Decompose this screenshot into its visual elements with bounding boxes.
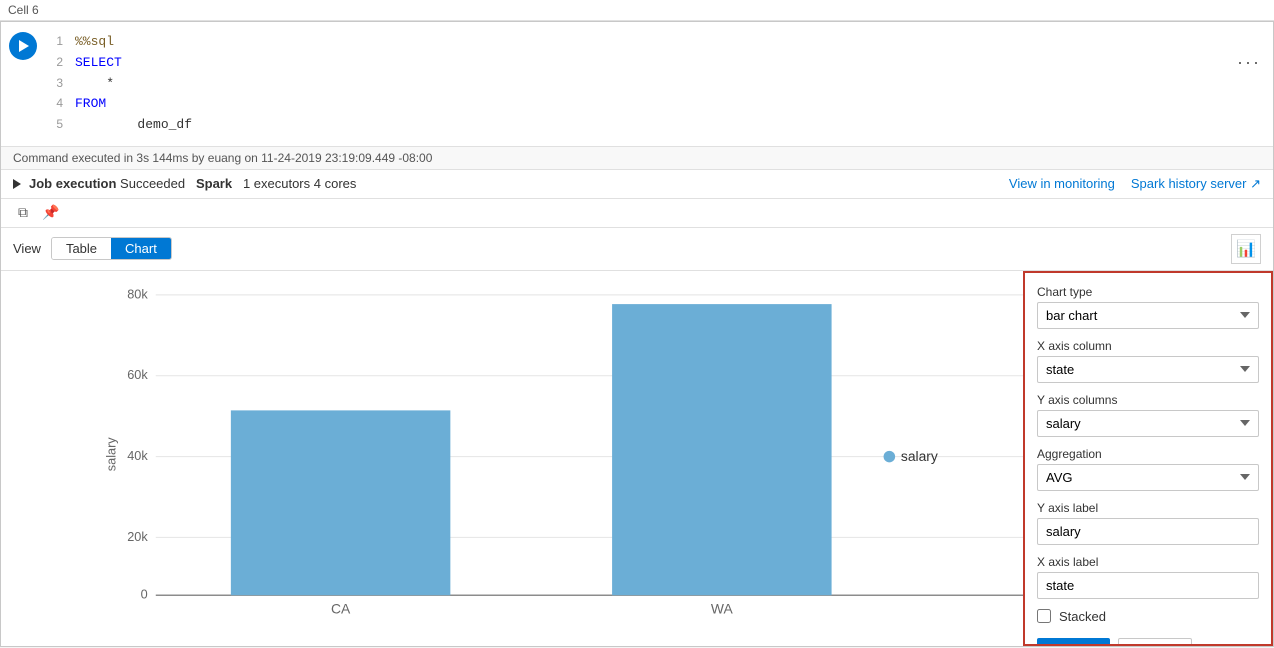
tab-table[interactable]: Table — [52, 238, 111, 259]
view-monitoring-link[interactable]: View in monitoring — [1009, 176, 1115, 192]
x-label-ca: CA — [331, 601, 351, 616]
stacked-row: Stacked — [1037, 609, 1259, 624]
view-tabs: Table Chart — [51, 237, 172, 260]
code-line-5: 5 demo_df — [45, 115, 1273, 136]
aggregation-section: Aggregation AVG SUM COUNT MIN MAX — [1037, 447, 1259, 491]
stacked-checkbox[interactable] — [1037, 609, 1051, 623]
x-axis-label-label: X axis label — [1037, 555, 1259, 569]
y-axis-label-input[interactable] — [1037, 518, 1259, 545]
x-axis-label-input[interactable] — [1037, 572, 1259, 599]
chart-svg: salary 80k 60k 40k 20k 0 CA WA — [51, 281, 1023, 616]
code-area: 1 %%sql 2 SELECT 3 * 4 FROM — [45, 28, 1273, 140]
y-axis-label-label: Y axis label — [1037, 501, 1259, 515]
chart-area: salary 80k 60k 40k 20k 0 CA WA — [1, 271, 1273, 646]
x-axis-column-select[interactable]: state salary — [1037, 356, 1259, 383]
action-icons-bar: ⧉ 📌 — [1, 199, 1273, 228]
spark-label: Spark — [196, 176, 232, 191]
svg-text:80k: 80k — [127, 287, 148, 301]
legend-dot — [884, 451, 896, 463]
aggregation-select[interactable]: AVG SUM COUNT MIN MAX — [1037, 464, 1259, 491]
cell-title-bar: Cell 6 — [0, 0, 1274, 21]
pin-icon[interactable]: 📌 — [41, 203, 61, 223]
svg-text:40k: 40k — [127, 449, 148, 463]
exec-info-bar: Command executed in 3s 144ms by euang on… — [1, 147, 1273, 170]
settings-actions: Apply Cancel — [1037, 638, 1259, 646]
play-icon — [19, 40, 29, 52]
more-options-button[interactable]: ··· — [1237, 52, 1261, 73]
x-label-wa: WA — [711, 601, 734, 616]
y-axis-label-section: Y axis label — [1037, 501, 1259, 545]
svg-text:20k: 20k — [127, 530, 148, 544]
bar-ca — [231, 410, 450, 595]
job-status: Succeeded — [120, 176, 185, 191]
apply-button[interactable]: Apply — [1037, 638, 1110, 646]
chart-settings-panel: Chart type bar chart line chart scatter … — [1023, 271, 1273, 646]
tab-chart[interactable]: Chart — [111, 238, 171, 259]
y-axis-label: salary — [104, 437, 118, 471]
x-axis-column-label: X axis column — [1037, 339, 1259, 353]
chart-settings-button[interactable]: 📊 — [1231, 234, 1261, 264]
y-axis-columns-select[interactable]: salary state — [1037, 410, 1259, 437]
executors-label: 1 executors 4 cores — [243, 176, 356, 191]
aggregation-label: Aggregation — [1037, 447, 1259, 461]
chart-settings-icon: 📊 — [1236, 239, 1256, 259]
job-bar: Job execution Succeeded Spark 1 executor… — [1, 170, 1273, 199]
view-label: View — [13, 241, 41, 256]
bar-wa — [612, 304, 831, 595]
code-line-4: 4 FROM — [45, 94, 1273, 115]
code-lines: 1 %%sql 2 SELECT 3 * 4 FROM — [45, 32, 1273, 136]
svg-text:0: 0 — [141, 588, 148, 602]
chart-type-label: Chart type — [1037, 285, 1259, 299]
view-row: View Table Chart 📊 — [1, 228, 1273, 271]
y-axis-columns-label: Y axis columns — [1037, 393, 1259, 407]
job-play-icon — [13, 179, 21, 189]
external-link-icon: ↗ — [1250, 176, 1261, 191]
chart-type-select[interactable]: bar chart line chart scatter chart pie c… — [1037, 302, 1259, 329]
exec-info-text: Command executed in 3s 144ms by euang on… — [13, 151, 432, 165]
y-axis-columns-section: Y axis columns salary state — [1037, 393, 1259, 437]
cancel-button[interactable]: Cancel — [1118, 638, 1192, 646]
stacked-label: Stacked — [1059, 609, 1106, 624]
copy-icon[interactable]: ⧉ — [13, 203, 33, 223]
code-line-3: 3 * — [45, 74, 1273, 95]
chart-type-section: Chart type bar chart line chart scatter … — [1037, 285, 1259, 329]
code-line-1: 1 %%sql — [45, 32, 1273, 53]
svg-text:60k: 60k — [127, 368, 148, 382]
x-axis-label-section: X axis label — [1037, 555, 1259, 599]
chart-canvas: salary 80k 60k 40k 20k 0 CA WA — [1, 271, 1023, 646]
code-line-2: 2 SELECT — [45, 53, 1273, 74]
cell-title: Cell 6 — [8, 3, 39, 17]
x-axis-column-section: X axis column state salary — [1037, 339, 1259, 383]
job-bar-links: View in monitoring Spark history server … — [1009, 176, 1261, 192]
job-execution-label: Job execution — [29, 176, 116, 191]
run-button[interactable] — [9, 32, 37, 60]
spark-history-link[interactable]: Spark history server ↗ — [1131, 176, 1261, 192]
legend-label: salary — [901, 448, 938, 464]
